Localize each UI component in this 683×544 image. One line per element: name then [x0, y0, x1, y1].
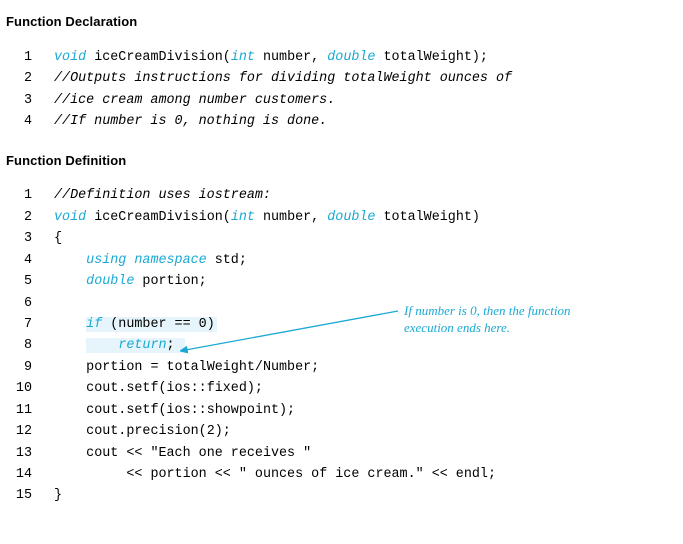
- line-number: 4: [4, 111, 32, 132]
- code-line: 12 cout.precision(2);: [4, 421, 671, 442]
- code-line: 3 {: [4, 228, 671, 249]
- code-content: cout << "Each one receives ": [32, 443, 311, 464]
- comment: //Definition uses iostream:: [32, 185, 271, 206]
- code-text: number,: [255, 210, 327, 225]
- code-line: 2 //Outputs instructions for dividing to…: [4, 68, 671, 89]
- code-text: << portion << " ounces of ice cream." <<…: [86, 467, 496, 482]
- line-number: 7: [4, 314, 32, 335]
- line-number: 1: [4, 47, 32, 68]
- code-line: 1 void iceCreamDivision(int number, doub…: [4, 47, 671, 68]
- code-content: cout.setf(ios::showpoint);: [32, 400, 295, 421]
- code-line: 5 double portion;: [4, 271, 671, 292]
- line-number: 2: [4, 207, 32, 228]
- code-line: 8 return;: [4, 335, 671, 356]
- line-number: 3: [4, 228, 32, 249]
- code-content: using namespace std;: [32, 250, 247, 271]
- code-line: 2 void iceCreamDivision(int number, doub…: [4, 207, 671, 228]
- code-text: }: [32, 485, 62, 506]
- code-text: (number == 0): [102, 317, 215, 332]
- code-text: iceCreamDivision(: [86, 210, 231, 225]
- code-line: 4 using namespace std;: [4, 250, 671, 271]
- code-line: 11 cout.setf(ios::showpoint);: [4, 400, 671, 421]
- line-number: 5: [4, 271, 32, 292]
- code-text: {: [32, 228, 62, 249]
- line-number: 8: [4, 335, 32, 356]
- code-line: 1 //Definition uses iostream:: [4, 185, 671, 206]
- code-content: cout.setf(ios::fixed);: [32, 378, 263, 399]
- code-block-definition: 1 //Definition uses iostream: 2 void ice…: [4, 185, 671, 507]
- keyword: double: [327, 50, 375, 65]
- line-number: 11: [4, 400, 32, 421]
- code-line: 3 //ice cream among number customers.: [4, 90, 671, 111]
- code-content: portion = totalWeight/Number;: [32, 357, 319, 378]
- code-text: portion = totalWeight/Number;: [86, 360, 319, 375]
- code-text: iceCreamDivision(: [86, 50, 231, 65]
- comment: //If number is 0, nothing is done.: [32, 111, 327, 132]
- section-heading-definition: Function Definition: [4, 151, 671, 172]
- keyword: int: [231, 210, 255, 225]
- keyword: using namespace: [86, 253, 207, 268]
- code-line: 4 //If number is 0, nothing is done.: [4, 111, 671, 132]
- code-content: double portion;: [32, 271, 207, 292]
- code-text: cout.setf(ios::showpoint);: [86, 403, 295, 418]
- code-text: ;: [167, 338, 175, 353]
- code-content: return;: [32, 335, 185, 356]
- code-line: 7 if (number == 0): [4, 314, 671, 335]
- highlight: if (number == 0): [86, 317, 217, 332]
- code-content: if (number == 0): [32, 314, 217, 335]
- comment: //ice cream among number customers.: [32, 90, 335, 111]
- code-line: 15 }: [4, 485, 671, 506]
- code-text: cout.precision(2);: [86, 424, 231, 439]
- keyword: void: [54, 50, 86, 65]
- line-number: 6: [4, 293, 32, 314]
- code-text: cout << "Each one receives ": [86, 446, 311, 461]
- line-number: 10: [4, 378, 32, 399]
- line-number: 12: [4, 421, 32, 442]
- line-number: 13: [4, 443, 32, 464]
- line-number: 15: [4, 485, 32, 506]
- code-text: portion;: [134, 274, 206, 289]
- keyword: int: [231, 50, 255, 65]
- code-content: void iceCreamDivision(int number, double…: [32, 47, 488, 68]
- line-number: 2: [4, 68, 32, 89]
- line-number: 14: [4, 464, 32, 485]
- code-content: cout.precision(2);: [32, 421, 231, 442]
- code-line: 9 portion = totalWeight/Number;: [4, 357, 671, 378]
- code-text: cout.setf(ios::fixed);: [86, 381, 263, 396]
- section-heading-declaration: Function Declaration: [4, 12, 671, 33]
- code-line: 13 cout << "Each one receives ": [4, 443, 671, 464]
- code-line: 10 cout.setf(ios::fixed);: [4, 378, 671, 399]
- code-content: << portion << " ounces of ice cream." <<…: [32, 464, 496, 485]
- line-number: 9: [4, 357, 32, 378]
- highlight: return;: [86, 338, 184, 353]
- code-line: 6: [4, 293, 671, 314]
- code-line: 14 << portion << " ounces of ice cream."…: [4, 464, 671, 485]
- code-text: totalWeight): [375, 210, 479, 225]
- code-content: void iceCreamDivision(int number, double…: [32, 207, 480, 228]
- line-number: 3: [4, 90, 32, 111]
- keyword: double: [327, 210, 375, 225]
- keyword: void: [54, 210, 86, 225]
- code-text: totalWeight);: [375, 50, 488, 65]
- comment: //Outputs instructions for dividing tota…: [32, 68, 512, 89]
- line-number: 4: [4, 250, 32, 271]
- code-text: std;: [207, 253, 247, 268]
- keyword: double: [86, 274, 134, 289]
- code-text: number,: [255, 50, 327, 65]
- keyword: return: [118, 338, 166, 353]
- code-block-declaration: 1 void iceCreamDivision(int number, doub…: [4, 47, 671, 133]
- line-number: 1: [4, 185, 32, 206]
- keyword: if: [86, 317, 102, 332]
